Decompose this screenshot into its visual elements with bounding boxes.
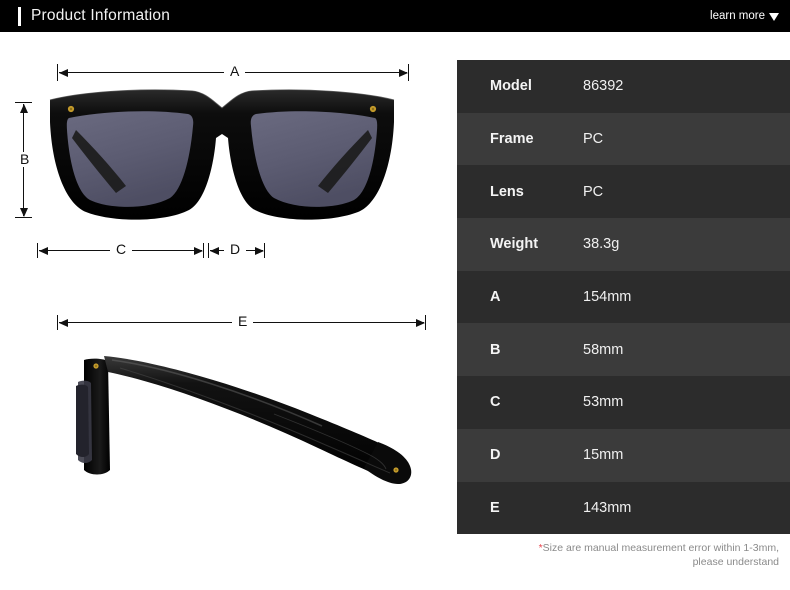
table-row: C 53mm — [457, 376, 790, 429]
spec-value: 58mm — [583, 341, 624, 358]
spec-value: PC — [583, 131, 604, 148]
chevron-down-icon — [769, 13, 779, 21]
spec-key: Model — [490, 78, 532, 95]
measurement-note: *Size are manual measurement error withi… — [457, 541, 779, 569]
dimension-label-c: C — [110, 242, 133, 257]
sunglasses-side-view — [76, 356, 412, 484]
learn-more-label: learn more — [710, 10, 765, 22]
spec-value: PC — [583, 183, 604, 200]
spec-value: 38.3g — [583, 236, 620, 253]
table-row: Frame PC — [457, 112, 790, 166]
dimension-label-d: D — [224, 242, 247, 257]
spec-key: Lens — [490, 183, 524, 200]
spec-key: Frame — [490, 131, 534, 148]
note-line-1: Size are manual measurement error within… — [542, 542, 779, 554]
spec-value: 154mm — [583, 289, 632, 306]
table-row: E 143mm — [457, 481, 790, 535]
spec-value: 143mm — [583, 499, 632, 516]
spec-key: C — [490, 394, 501, 411]
table-row: A 154mm — [457, 270, 790, 324]
spec-key: D — [490, 447, 501, 464]
spec-value: 53mm — [583, 394, 624, 411]
page-header: Product Information learn more — [0, 0, 790, 32]
spec-key: B — [490, 341, 501, 358]
spec-key: E — [490, 499, 500, 516]
page-title: Product Information — [31, 7, 171, 24]
dimension-label-e: E — [232, 314, 254, 329]
product-diagram-panel: A B C D E — [0, 32, 455, 590]
spec-value: 86392 — [583, 78, 624, 95]
spec-value: 15mm — [583, 447, 624, 464]
header-accent-bar — [18, 6, 21, 26]
dimension-label-a: A — [224, 64, 246, 79]
table-row: Weight 38.3g — [457, 218, 790, 271]
learn-more-button[interactable]: learn more — [710, 10, 779, 22]
note-line-2: please understand — [692, 556, 779, 568]
table-row: B 58mm — [457, 323, 790, 377]
spec-table: Model 86392 Frame PC Lens PC Weight 38.3… — [457, 60, 790, 535]
table-row: Lens PC — [457, 165, 790, 219]
table-row: D 15mm — [457, 428, 790, 482]
sunglasses-front-view — [49, 89, 395, 220]
dimension-label-b: B — [14, 152, 36, 167]
spec-key: A — [490, 289, 501, 306]
spec-key: Weight — [490, 236, 539, 253]
table-row: Model 86392 — [457, 60, 790, 113]
